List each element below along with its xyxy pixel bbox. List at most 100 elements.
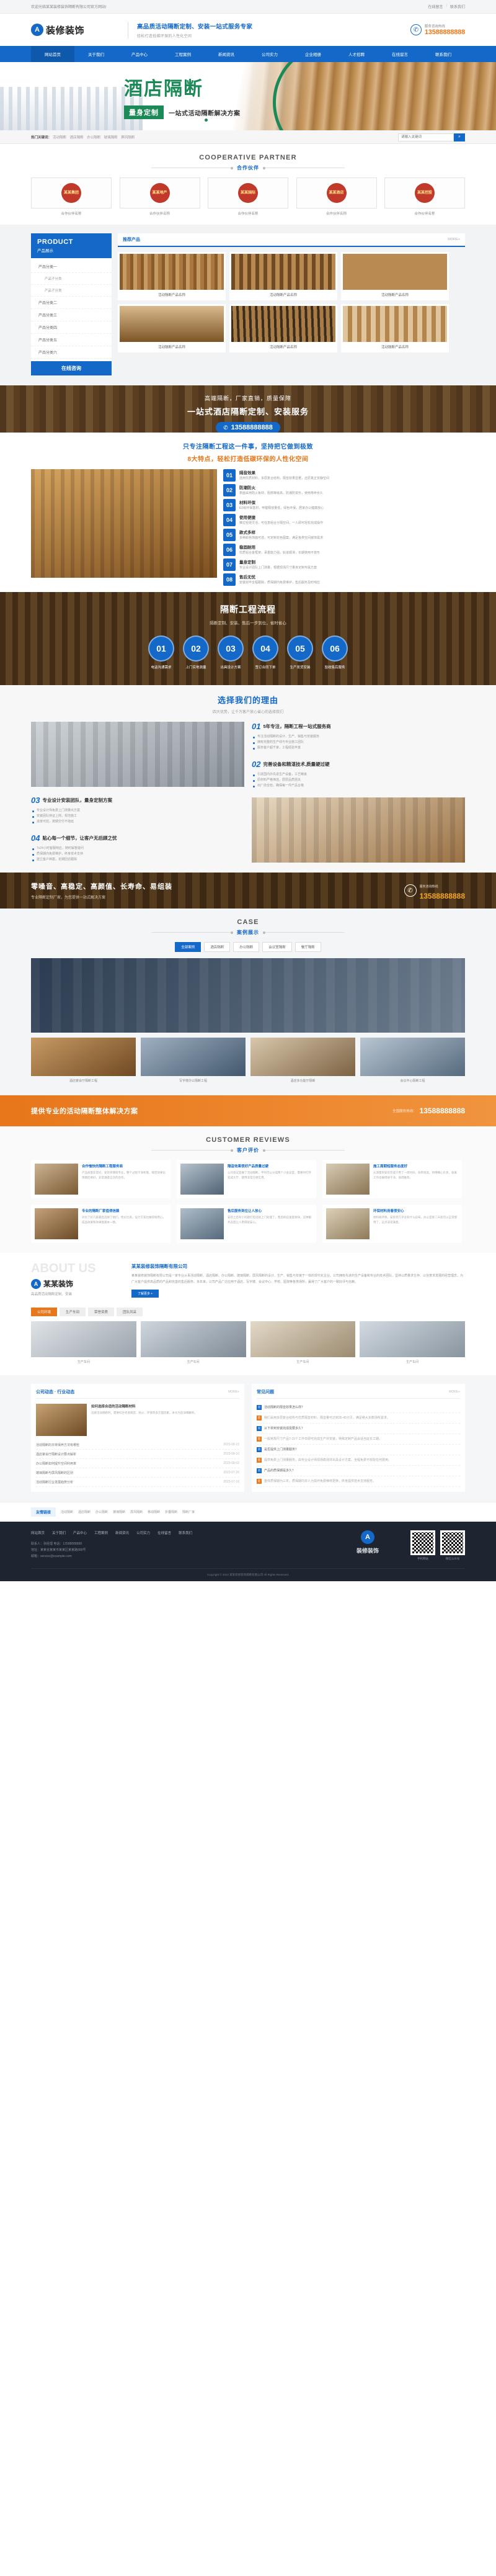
nav-item-9[interactable]: 联系我们 [422, 46, 465, 62]
product-card[interactable]: 活动隔断产品名称 [118, 252, 226, 300]
banner-dot[interactable] [216, 119, 219, 122]
hot-keyword[interactable]: 酒店隔断 [70, 136, 84, 140]
testimonial-card[interactable]: 专业的隔断厂家值得信赖 对比了好几家最后选择了他们，性价比高，设计方案也做得很用心… [31, 1205, 170, 1243]
nav-item-7[interactable]: 人才招聘 [335, 46, 378, 62]
flow-step[interactable]: 06 验收售后服务 [322, 635, 348, 670]
case-tab-4[interactable]: 餐厅隔断 [294, 942, 321, 952]
topbar-link-contact[interactable]: 联系我们 [450, 4, 465, 9]
footer-nav-item-1[interactable]: 关于我们 [52, 1530, 66, 1535]
gallery-item[interactable]: 生产车间 [360, 1321, 465, 1367]
gallery-tab-2[interactable]: 荣誉资质 [88, 1308, 115, 1316]
news-feature[interactable]: 如何选择合适的活动隔断材料 选择活动隔断时，需要综合考虑隔音、防火、环保等多方面… [36, 1404, 239, 1436]
product-more-link[interactable]: MORE+ [448, 238, 460, 241]
hot-keyword[interactable]: 活动隔断 [53, 136, 66, 140]
faq-question-row[interactable]: 问从下单到安装完成需要多久？ [257, 1424, 460, 1434]
banner-dot[interactable] [210, 119, 213, 122]
product-subcategory-0-1[interactable]: 产品子分类 [31, 285, 112, 297]
cta1-phone-button[interactable]: ✆ 13588888888 [216, 422, 280, 433]
case-item[interactable]: 写字楼办公隔断工程 [141, 1038, 246, 1085]
flow-step[interactable]: 01 电话沟通需求 [148, 635, 174, 670]
cta3-phone[interactable]: 全国服务热线： 13588888888 [392, 1106, 465, 1115]
product-card[interactable]: 活动隔断产品名称 [229, 304, 337, 352]
footer-nav-item-3[interactable]: 工程案例 [94, 1530, 108, 1535]
hot-keyword[interactable]: 玻璃隔断 [104, 136, 118, 140]
nav-item-3[interactable]: 工程案例 [161, 46, 205, 62]
banner-dots[interactable] [205, 119, 219, 122]
gallery-tab-3[interactable]: 团队风采 [117, 1308, 143, 1316]
footer-nav-item-7[interactable]: 联系我们 [179, 1530, 192, 1535]
footer-nav-item-2[interactable]: 产品中心 [73, 1530, 87, 1535]
gallery-item[interactable]: 生产车间 [250, 1321, 356, 1367]
friendly-link[interactable]: 酒店隔断 [78, 1510, 91, 1514]
partner-card[interactable]: 某某地产 合作伙伴名称 [119, 177, 200, 216]
flow-step[interactable]: 04 签订合同下单 [252, 635, 278, 670]
testimonial-card[interactable]: 施工周期短服务态度好 从测量到安装完成只用了一周时间，效率很高。师傅细心负责，收尾… [322, 1160, 462, 1198]
news-more-link[interactable]: MORE+ [228, 1390, 239, 1394]
product-card[interactable]: 活动隔断产品名称 [341, 304, 449, 352]
testimonial-card[interactable]: 售后服务到位让人放心 安装之后有小问题打电话就上门处理了，售后响应速度很快，这种服… [177, 1205, 316, 1243]
about-more-button[interactable]: 了解更多 + [131, 1290, 159, 1298]
gallery-item[interactable]: 生产车间 [140, 1321, 246, 1367]
friendly-link[interactable]: 屏风隔断 [130, 1510, 143, 1514]
product-category-1[interactable]: 产品分类二 [31, 297, 112, 309]
faq-question-row[interactable]: 问活动隔断的隔音效果怎么样？ [257, 1402, 460, 1413]
footer-nav-item-4[interactable]: 新闻资讯 [115, 1530, 129, 1535]
flow-step[interactable]: 03 出具设计方案 [218, 635, 244, 670]
case-tab-1[interactable]: 酒店隔断 [204, 942, 231, 952]
product-card[interactable]: 活动隔断产品名称 [229, 252, 337, 300]
testimonial-card[interactable]: 隔音效果很好产品质量过硬 公司会议室做了活动隔断，平时可以分成两个小会议室，需要时… [177, 1160, 316, 1198]
topbar-link-message[interactable]: 在线留言 [428, 4, 443, 9]
footer-nav-item-6[interactable]: 在线留言 [157, 1530, 171, 1535]
product-sidebar-cta[interactable]: 在线咨询 [31, 361, 112, 375]
faq-question-row[interactable]: 问产品的质保期是多久？ [257, 1466, 460, 1476]
product-category-4[interactable]: 产品分类五 [31, 334, 112, 346]
partner-card[interactable]: 某某控股 合作伙伴名称 [384, 177, 465, 216]
gallery-tab-0[interactable]: 公司环境 [31, 1308, 58, 1316]
partner-card[interactable]: 某某酒店 合作伙伴名称 [296, 177, 377, 216]
gallery-tab-1[interactable]: 生产车间 [60, 1308, 86, 1316]
nav-item-1[interactable]: 关于我们 [74, 46, 118, 62]
nav-item-2[interactable]: 产品中心 [118, 46, 161, 62]
hot-keyword[interactable]: 办公隔断 [87, 136, 100, 140]
product-category-5[interactable]: 产品分类六 [31, 346, 112, 359]
testimonial-card[interactable]: 合作愉快的隔断工程服务商 产品质量非常好，安装师傅很专业，整个过程干净利落，隔音效… [31, 1160, 170, 1198]
case-tab-0[interactable]: 全部案例 [175, 942, 202, 952]
search-button[interactable]: ⌕ [454, 133, 465, 141]
partner-card[interactable]: 某某集团 合作伙伴名称 [31, 177, 112, 216]
partner-card[interactable]: 某某国际 合作伙伴名称 [208, 177, 288, 216]
case-item[interactable]: 会议中心隔断工程 [360, 1038, 465, 1085]
news-list-item[interactable]: 活动隔断行业发展趋势分析 2023-07-18 [36, 1478, 239, 1487]
footer-nav-item-5[interactable]: 公司实力 [136, 1530, 150, 1535]
product-category-2[interactable]: 产品分类三 [31, 309, 112, 321]
flow-step[interactable]: 02 上门实地测量 [183, 635, 209, 670]
site-logo[interactable]: A 装修装饰 [31, 24, 124, 37]
flow-step[interactable]: 05 生产发货安装 [287, 635, 313, 670]
news-list-item[interactable]: 活动隔断的日常保养方法有哪些 2023-08-15 [36, 1440, 239, 1450]
friendly-link[interactable]: 玻璃隔断 [113, 1510, 125, 1514]
nav-item-6[interactable]: 企业相册 [291, 46, 335, 62]
product-card[interactable]: 活动隔断产品名称 [118, 304, 226, 352]
friendly-link[interactable]: 移动隔断 [148, 1510, 160, 1514]
case-tab-3[interactable]: 会议室隔断 [262, 942, 292, 952]
faq-more-link[interactable]: MORE+ [449, 1390, 460, 1394]
friendly-link[interactable]: 办公隔断 [95, 1510, 108, 1514]
nav-item-4[interactable]: 新闻资讯 [205, 46, 248, 62]
product-category-0[interactable]: 产品分类一 [31, 261, 112, 273]
gallery-item[interactable]: 生产车间 [31, 1321, 136, 1367]
nav-item-8[interactable]: 在线留言 [378, 46, 422, 62]
friendly-link[interactable]: 活动隔断 [61, 1510, 73, 1514]
nav-item-0[interactable]: 网站首页 [31, 46, 74, 62]
product-subcategory-0-0[interactable]: 产品子分类 [31, 273, 112, 285]
case-item[interactable]: 酒店宴会厅隔断工程 [31, 1038, 136, 1085]
news-list-item[interactable]: 办公隔断如何提升空间利用率 2023-08-02 [36, 1459, 239, 1468]
featured-case-image[interactable] [31, 958, 465, 1033]
hot-keyword[interactable]: 屏风隔断 [121, 136, 135, 140]
testimonial-card[interactable]: 环保材料用着很安心 材料很环保，安装完几乎没有什么异味，办公室第二天就可以正常使用… [322, 1205, 462, 1243]
case-item[interactable]: 酒店多功能厅隔断 [250, 1038, 355, 1085]
product-card[interactable]: 活动隔断产品名称 [341, 252, 449, 300]
faq-question-row[interactable]: 问是否提供上门测量服务？ [257, 1445, 460, 1455]
nav-item-5[interactable]: 公司实力 [248, 46, 291, 62]
cta2-phone[interactable]: ✆ 服务咨询热线 13588888888 [404, 879, 465, 902]
friendly-link[interactable]: 隔断厂家 [182, 1510, 195, 1514]
news-list-item[interactable]: 酒店宴会厅隔断设计要点解析 2023-08-10 [36, 1450, 239, 1459]
